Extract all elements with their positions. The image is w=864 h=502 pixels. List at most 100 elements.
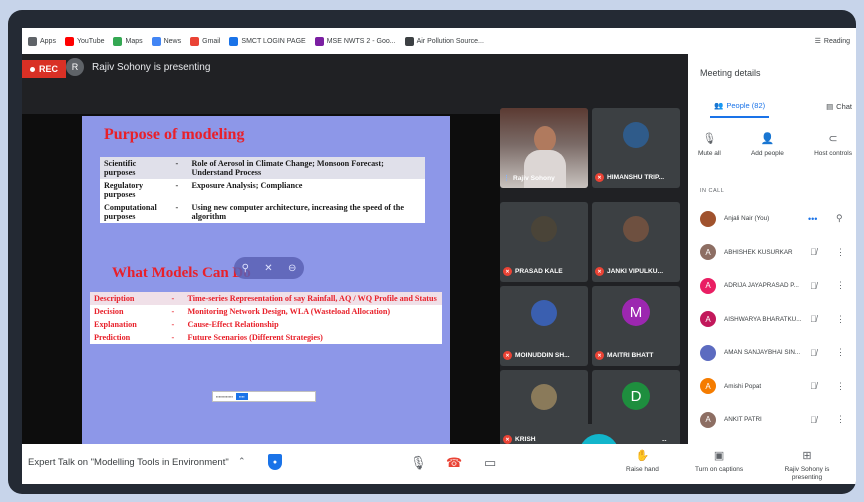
participant-tile[interactable]: ✕ PRASAD KALE: [500, 202, 588, 282]
shared-slide: Purpose of modeling Scientific purposes -…: [82, 116, 450, 445]
bookmark-item[interactable]: Gmail: [190, 36, 220, 46]
mic-off-icon[interactable]: 🎙̸: [810, 314, 817, 324]
mic-off-icon[interactable]: 🎙̸: [810, 281, 817, 291]
reading-list-icon: ☰: [814, 38, 821, 45]
bookmark-item[interactable]: Apps: [28, 36, 56, 46]
bookmark-item[interactable]: News: [151, 36, 181, 46]
maps-icon: [113, 36, 123, 46]
models-cell: -: [171, 333, 175, 342]
participant-name: Amishi Popat: [724, 382, 762, 390]
more-options-icon[interactable]: ⋮: [836, 247, 845, 258]
chevron-up-icon[interactable]: ⌃: [238, 456, 246, 467]
meet-stage: REC R Rajiv Sohony is presenting Purpose…: [22, 54, 688, 484]
presentation-overlay-controls[interactable]: ⚲ ✕ ⊖: [234, 257, 304, 279]
news-icon: [151, 36, 161, 46]
mic-icon[interactable]: 🎙: [410, 455, 427, 471]
models-row: Prediction - Future Scenarios (Different S…: [90, 331, 442, 344]
meeting-title[interactable]: Expert Talk on "Modelling Tools in Envir…: [28, 457, 229, 468]
participant-tile[interactable]: ✕ HIMANSHU TRIP...: [592, 108, 680, 188]
purpose-cell: -: [175, 181, 179, 190]
participant-name: Anjali Nair (You): [724, 215, 770, 223]
participant-tile[interactable]: ✕ MOINUDDIN SH...: [500, 286, 588, 366]
bookmark-item[interactable]: Air Pollution Source...: [404, 36, 484, 46]
presenter-text: Rajiv Sohony is presenting: [92, 61, 211, 73]
sharing-notice-bar: ▪▪▪▪▪▪▪▪▪▪▪▪ ▪▪▪▪: [212, 391, 316, 402]
presenter-banner: R Rajiv Sohony is presenting: [66, 58, 210, 76]
models-cell: Time-series Representation of say Rainfa…: [187, 294, 437, 303]
recording-badge: REC: [22, 60, 67, 78]
models-cell: Cause-Effect Relationship: [187, 320, 279, 329]
list-item[interactable]: AMAN SANJAYBHAI SIN... 🎙̸ ⋮: [688, 336, 856, 370]
mic-off-icon: 🎙: [702, 133, 717, 145]
participant-tile[interactable]: ✕ JANKI VIPULKU...: [592, 202, 680, 282]
mic-off-icon[interactable]: 🎙̸: [810, 348, 817, 358]
add-people-button[interactable]: 👤 Add people: [751, 132, 784, 157]
toggle-icon: ⊂: [828, 133, 838, 145]
purpose-cell: -: [175, 203, 179, 212]
more-options-icon[interactable]: ⋮: [836, 314, 845, 325]
shield-icon[interactable]: ●: [268, 454, 282, 470]
reading-list-button[interactable]: ☰ Reading: [814, 37, 856, 46]
avatar: A: [700, 411, 716, 428]
apps-grid-icon: [28, 36, 37, 46]
list-item[interactable]: A Amishi Popat 🎙̸ ⋮: [688, 370, 856, 404]
participant-tile[interactable]: M ✕ MAITRI BHATT: [592, 286, 680, 366]
list-item[interactable]: A ANKIT PATRI 🎙̸ ⋮: [688, 403, 856, 437]
mic-off-icon[interactable]: 🎙̸: [810, 415, 817, 425]
more-options-icon[interactable]: ⋮: [836, 414, 845, 425]
list-item[interactable]: A ABHISHEK KUSURKAR 🎙̸ ⋮: [688, 236, 856, 270]
record-dot-icon: [30, 66, 35, 72]
pin-icon[interactable]: ⚲: [242, 263, 249, 274]
avatar: A: [700, 311, 716, 328]
tab-people[interactable]: 👥 People (82): [710, 94, 770, 118]
participant-name-tag: ✕ MOINUDDIN SH...: [503, 351, 570, 360]
mute-all-button[interactable]: 🎙 Mute all: [698, 132, 721, 157]
mic-off-icon: ✕: [503, 267, 512, 276]
panel-title: Meeting details: [700, 68, 761, 78]
mic-off-icon[interactable]: 🎙̸: [810, 247, 817, 257]
list-item[interactable]: A AISHWARYA BHARATKU... 🎙̸ ⋮: [688, 303, 856, 337]
mic-off-icon[interactable]: 🎙̸: [810, 381, 817, 391]
list-item[interactable]: A ADRIJA JAYAPRASAD P... 🎙̸ ⋮: [688, 269, 856, 303]
more-options-icon[interactable]: ⋮: [836, 347, 845, 358]
speaking-indicator-icon: •••: [808, 213, 818, 224]
participant-name: AMAN SANJAYBHAI SIN...: [724, 349, 801, 357]
pin-icon[interactable]: ⚲: [836, 213, 843, 224]
purpose-cell: Using new computer architecture, increas…: [191, 203, 404, 221]
models-row: Description - Time-series Representation o…: [90, 292, 442, 305]
models-cell: -: [171, 307, 175, 316]
presenter-avatar: R: [66, 58, 84, 76]
avatar: [531, 384, 557, 410]
bottom-bar: Expert Talk on "Modelling Tools in Envir…: [22, 444, 856, 484]
bookmark-item[interactable]: MSE NWTS 2 - Goo...: [314, 36, 396, 46]
more-options-icon[interactable]: ⋮: [836, 381, 845, 392]
participant-name: ANKIT PATRI: [724, 416, 762, 424]
participant-tile[interactable]: ⋮ Rajiv Sohony: [500, 108, 588, 188]
camera-icon[interactable]: ▭: [484, 455, 496, 471]
purpose-cell: Regulatory purposes: [104, 181, 144, 199]
monitor-frame: Apps YouTube Maps News Gmail SMCT LOGIN PAGE M…: [8, 10, 856, 494]
stop-sharing-button[interactable]: ▪▪▪▪: [236, 393, 248, 400]
hang-up-icon[interactable]: ☎: [446, 455, 462, 471]
list-item[interactable]: Anjali Nair (You) ••• ⚲: [688, 202, 856, 236]
host-controls-button[interactable]: ⊂ Host controls: [814, 132, 852, 157]
more-options-icon[interactable]: ⋮: [836, 280, 845, 291]
bookmark-item[interactable]: Maps: [113, 36, 143, 46]
bookmark-item[interactable]: YouTube: [64, 36, 104, 46]
minus-circle-icon[interactable]: ⊖: [288, 263, 296, 274]
captions-button[interactable]: ▣ Turn on captions: [695, 450, 743, 474]
raise-hand-button[interactable]: ✋ Raise hand: [626, 450, 659, 474]
youtube-icon: [64, 36, 74, 46]
avatar: [531, 300, 557, 326]
present-icon: ⊞: [802, 450, 812, 462]
mute-icon[interactable]: ✕: [264, 263, 272, 274]
mic-off-icon: ✕: [595, 351, 604, 360]
bookmark-item[interactable]: SMCT LOGIN PAGE: [229, 36, 306, 46]
models-cell: -: [171, 320, 175, 329]
tab-chat[interactable]: ▤ Chat: [826, 94, 856, 118]
bookmarks-bar: Apps YouTube Maps News Gmail SMCT LOGIN PAGE M…: [22, 28, 856, 54]
participant-name-tag: ✕ MAITRI BHATT: [595, 351, 653, 360]
avatar: M: [622, 298, 650, 326]
presenting-button[interactable]: ⊞ Rajiv Sohony is presenting: [778, 450, 836, 482]
avatar: [700, 210, 716, 227]
